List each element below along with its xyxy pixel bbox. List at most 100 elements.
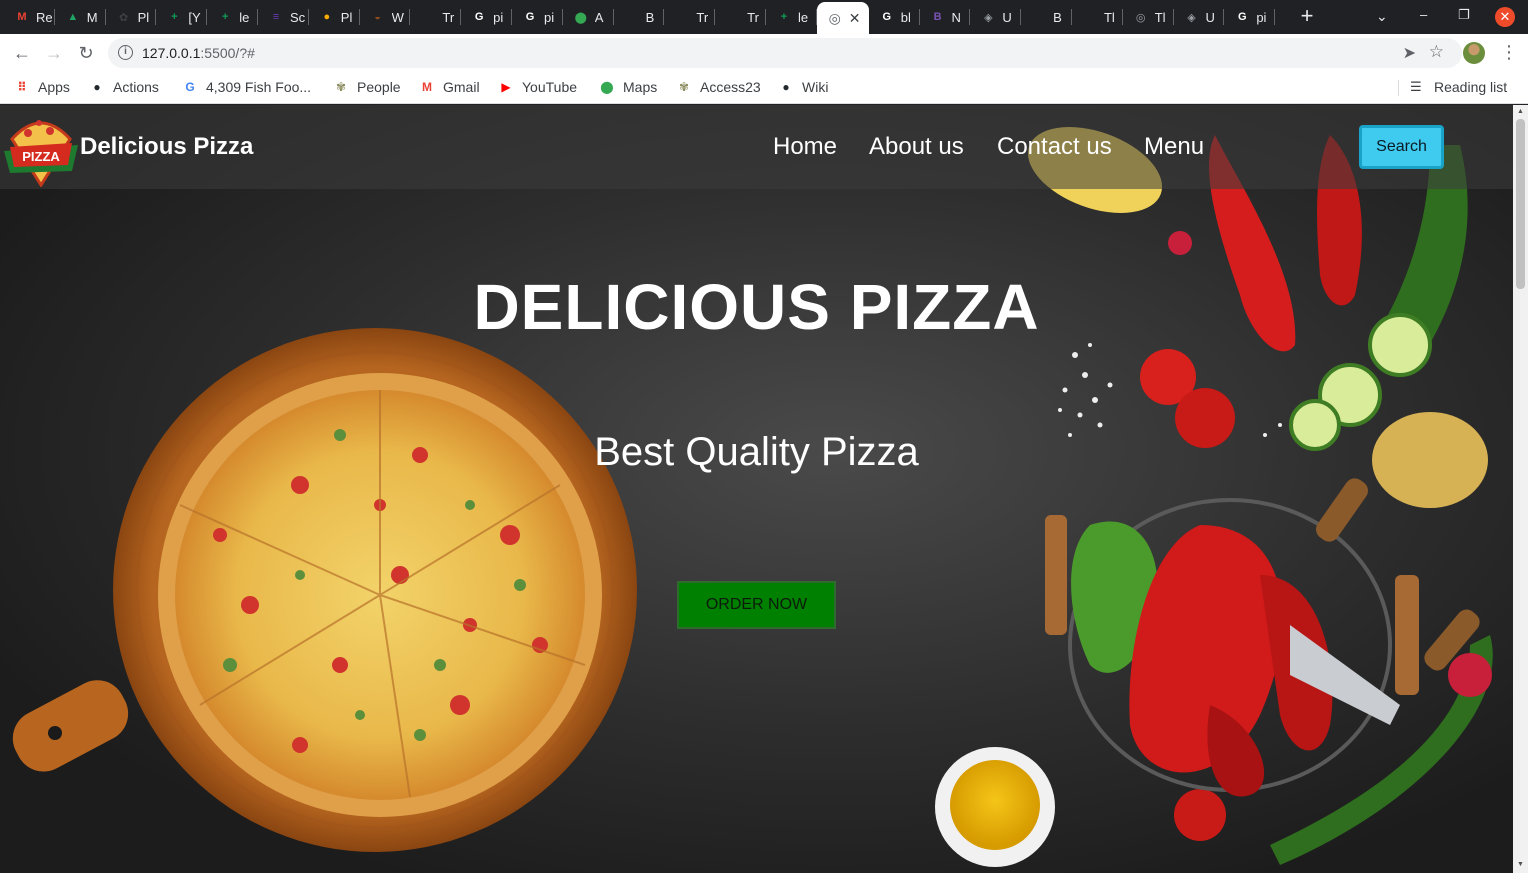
- bookmark-item[interactable]: ⬤ Maps: [599, 79, 657, 95]
- youtube-icon: ▶: [501, 80, 511, 94]
- bookmark-label: Apps: [38, 79, 70, 95]
- browser-tab[interactable]: BN: [920, 0, 971, 34]
- bookmark-label: Actions: [113, 79, 159, 95]
- reading-list-button[interactable]: ☰ Reading list: [1410, 79, 1507, 95]
- bookmark-item[interactable]: ● Wiki: [778, 79, 828, 95]
- globe-icon: ◎: [1135, 11, 1146, 24]
- bookmark-label: Access23: [700, 79, 761, 95]
- tab-title: A: [594, 9, 604, 25]
- close-tab-icon[interactable]: ✕: [849, 10, 861, 27]
- w-icon: W: [626, 11, 637, 23]
- circle-icon: ●: [323, 11, 331, 23]
- site-info-icon[interactable]: i: [118, 45, 133, 60]
- bookmark-label: People: [357, 79, 401, 95]
- drive-icon: ▲: [67, 11, 79, 23]
- tab-title: bl: [900, 9, 911, 25]
- minimize-icon[interactable]: –: [1420, 7, 1427, 22]
- browser-tab[interactable]: ⬤ A: [563, 0, 614, 34]
- browser-tab[interactable]: ● Pl: [309, 0, 360, 34]
- bookmark-item[interactable]: ✾ People: [333, 79, 401, 95]
- browser-tab[interactable]: WB: [614, 0, 665, 34]
- scrollbar-thumb[interactable]: [1516, 119, 1525, 289]
- browser-tab[interactable]: Gbl: [869, 0, 920, 34]
- browser-tab[interactable]: + le: [766, 0, 817, 34]
- address-bar[interactable]: i 127.0.0.1:5500/?# ➤ ☆: [108, 38, 1462, 68]
- nav-contact-link[interactable]: Contact us: [997, 133, 1112, 161]
- sheets-icon: +: [780, 11, 788, 23]
- tab-title: pi: [493, 9, 504, 25]
- back-arrow-icon[interactable]: ←: [10, 42, 34, 66]
- site-navbar: PIZZA Delicious Pizza Home About us Cont…: [0, 105, 1513, 189]
- browser-tab[interactable]: Gpi: [512, 0, 563, 34]
- browser-tab[interactable]: + le: [207, 0, 258, 34]
- browser-tab[interactable]: ✿ Pl: [106, 0, 157, 34]
- reload-icon[interactable]: ↻: [74, 42, 98, 66]
- browser-tab[interactable]: W Tr: [715, 0, 766, 34]
- forms-icon: ≡: [272, 11, 280, 23]
- github-icon: ●: [782, 80, 790, 94]
- browser-menu-icon[interactable]: ⋮: [1500, 42, 1518, 63]
- browser-tab[interactable]: ● Tl: [1072, 0, 1123, 34]
- browser-tab-active[interactable]: ◎ ✕: [816, 2, 869, 34]
- tab-search-chevron-icon[interactable]: ⌄: [1376, 8, 1388, 25]
- browser-tab[interactable]: ◈ U: [1174, 0, 1225, 34]
- bookmark-item[interactable]: ● Actions: [89, 79, 159, 95]
- tab-title: Tr: [696, 9, 709, 25]
- tab-title: W: [391, 9, 404, 25]
- google-icon: G: [525, 11, 535, 23]
- browser-tab[interactable]: M Re: [4, 0, 55, 34]
- brand-name[interactable]: Delicious Pizza: [80, 133, 253, 161]
- browser-tab[interactable]: ◎ Tl: [1123, 0, 1174, 34]
- bookmark-item[interactable]: ▶ YouTube: [498, 79, 577, 95]
- window-close-icon[interactable]: ✕: [1495, 7, 1515, 27]
- browser-tab[interactable]: W Tr: [664, 0, 715, 34]
- forward-arrow-icon[interactable]: →: [42, 42, 66, 66]
- browser-tab[interactable]: ≡ Sc: [258, 0, 309, 34]
- browser-tab[interactable]: ▲ M: [55, 0, 106, 34]
- bookmark-item[interactable]: M Gmail: [419, 79, 480, 95]
- tab-title: Sc: [289, 9, 306, 25]
- bookmark-star-icon[interactable]: ☆: [1429, 42, 1444, 62]
- scroll-down-icon[interactable]: ▼: [1517, 861, 1524, 868]
- tab-title: Tr: [747, 9, 759, 25]
- github-icon: ●: [93, 80, 101, 94]
- bookmark-item[interactable]: ✾ Access23: [676, 79, 761, 95]
- browser-tab[interactable]: Gpi: [461, 0, 512, 34]
- new-tab-button[interactable]: +: [1296, 5, 1318, 28]
- apps-grid-icon: ⠿: [17, 80, 27, 94]
- hero-background-image: [12, 127, 1493, 867]
- profile-avatar[interactable]: [1463, 42, 1485, 64]
- browser-tab[interactable]: ◈ U: [970, 0, 1021, 34]
- nav-home-link[interactable]: Home: [773, 133, 837, 161]
- vegetables: [935, 127, 1493, 867]
- browser-tab[interactable]: + [Y: [156, 0, 207, 34]
- order-now-button[interactable]: ORDER NOW: [677, 581, 836, 629]
- palm-icon: ✾: [335, 80, 347, 94]
- page-scrollbar[interactable]: ▲ ▼: [1513, 105, 1528, 873]
- gmail-icon: M: [422, 80, 432, 94]
- browser-tab[interactable]: ◒ W: [360, 0, 411, 34]
- scroll-up-icon[interactable]: ▲: [1517, 108, 1524, 115]
- bookmark-item[interactable]: G 4,309 Fish Foo...: [182, 79, 311, 95]
- sheets-icon: +: [221, 11, 229, 23]
- browser-tab[interactable]: Gpi: [1224, 0, 1275, 34]
- sheets-icon: +: [171, 11, 178, 23]
- tab-title: B: [1053, 9, 1062, 25]
- url-text[interactable]: 127.0.0.1:5500/?#: [142, 45, 255, 61]
- bookmarks-divider: [1398, 80, 1399, 96]
- w-icon: W: [1033, 11, 1045, 23]
- nav-menu-link[interactable]: Menu: [1144, 133, 1204, 161]
- pizza-logo[interactable]: PIZZA: [2, 111, 80, 187]
- browser-tab[interactable]: WB: [1021, 0, 1072, 34]
- tab-title: Tl: [1154, 9, 1166, 25]
- browser-tab[interactable]: W Tr: [410, 0, 461, 34]
- w-icon: W: [423, 11, 434, 23]
- w-icon: W: [677, 11, 688, 23]
- reading-list-icon: ☰: [1410, 79, 1422, 94]
- logo-text: PIZZA: [22, 149, 60, 164]
- bookmark-item[interactable]: ⠿ Apps: [14, 79, 70, 95]
- search-button[interactable]: Search: [1359, 125, 1444, 169]
- nav-about-link[interactable]: About us: [869, 133, 964, 161]
- send-to-device-icon[interactable]: ➤: [1403, 43, 1416, 63]
- restore-icon[interactable]: ❐: [1458, 7, 1470, 23]
